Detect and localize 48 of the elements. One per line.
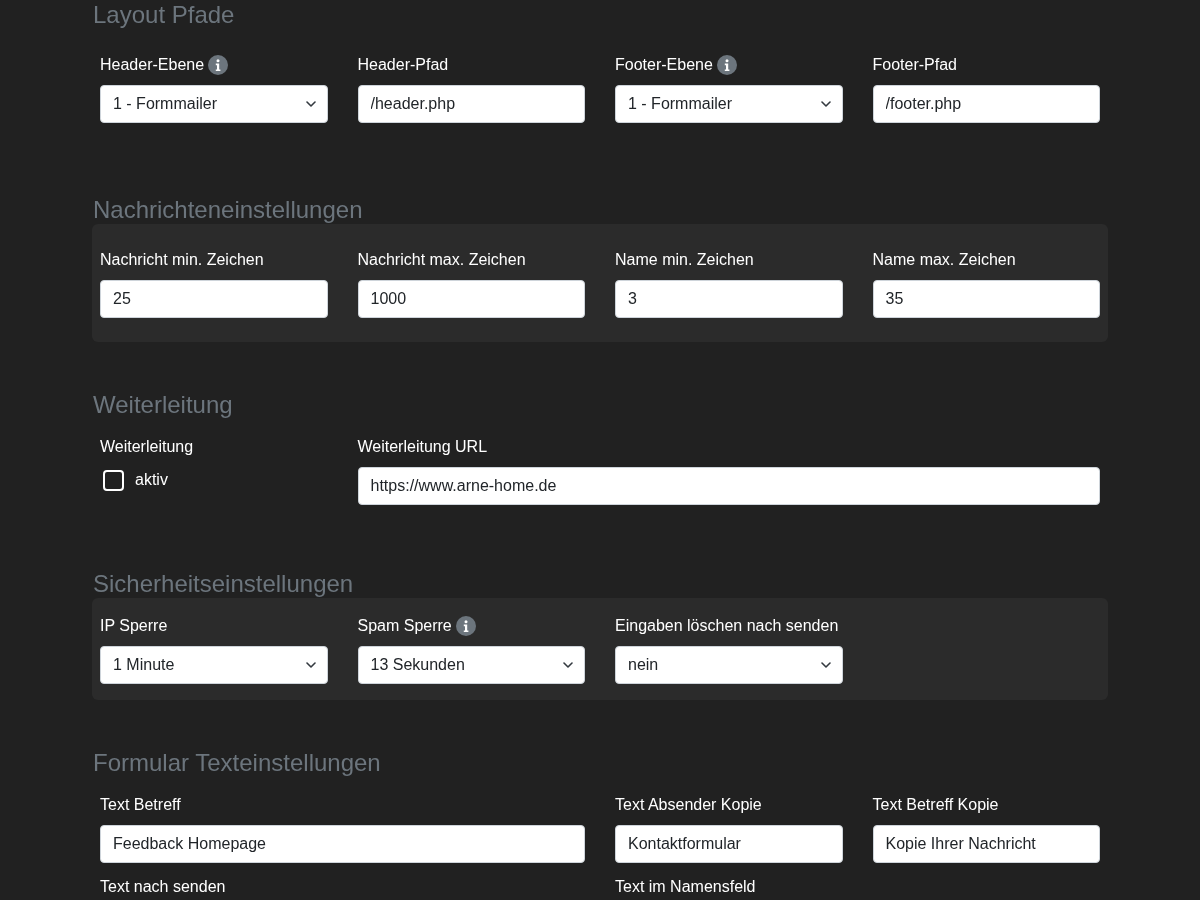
field-label: Header-Ebene <box>100 55 205 75</box>
field-label: Footer-Ebene <box>615 55 713 75</box>
section-title: Formular Texteinstellungen <box>92 748 382 777</box>
field-label: Text Betreff Kopie <box>872 795 999 815</box>
select-field[interactable]: 1 - Formmailer <box>100 85 328 123</box>
field-label: Text nach senden <box>100 877 226 897</box>
info-icon[interactable] <box>208 55 229 75</box>
input-field[interactable]: https://www.arne-home.de <box>357 467 1100 505</box>
section-title: Weiterleitung <box>92 390 234 419</box>
chevron-icon <box>820 662 831 668</box>
field-label: Weiterleitung <box>100 437 194 457</box>
section-title: Nachrichteneinstellungen <box>92 195 364 224</box>
select-field[interactable]: 1 - Formmailer <box>615 85 843 123</box>
field-label: Eingaben löschen nach senden <box>615 616 839 636</box>
input-field[interactable]: Feedback Homepage <box>100 825 585 863</box>
field-label: IP Sperre <box>100 616 168 636</box>
input-field[interactable]: Kopie Ihrer Nachricht <box>872 825 1100 863</box>
select-field[interactable]: 1 Minute <box>100 646 328 684</box>
field-label: Footer-Pfad <box>872 55 957 75</box>
field-label: Text im Namensfeld <box>615 877 756 897</box>
field-label: Name min. Zeichen <box>615 250 754 270</box>
info-icon[interactable] <box>716 55 737 75</box>
input-field[interactable]: 25 <box>100 280 328 318</box>
info-icon[interactable] <box>455 616 476 636</box>
section-title: Layout Pfade <box>92 0 236 29</box>
field-label: Text Absender Kopie <box>615 795 762 815</box>
section-title: Sicherheitseinstellungen <box>92 569 355 598</box>
chevron-icon <box>563 662 573 668</box>
checkbox[interactable] <box>103 469 124 491</box>
field-label: Header-Pfad <box>357 55 449 75</box>
field-label: Weiterleitung URL <box>357 437 488 457</box>
field-label: Nachricht max. Zeichen <box>357 250 526 270</box>
field-label: Text Betreff <box>100 795 181 815</box>
input-field[interactable]: Kontaktformular <box>615 825 843 863</box>
input-field[interactable]: 1000 <box>357 280 585 318</box>
field-label: Spam Sperre <box>357 616 452 636</box>
chevron-icon <box>305 101 316 107</box>
input-field[interactable]: 3 <box>615 280 843 318</box>
chevron-icon <box>820 101 831 107</box>
select-field[interactable]: nein <box>615 646 843 684</box>
checkbox-label[interactable]: aktiv <box>135 468 168 492</box>
select-field[interactable]: 13 Sekunden <box>357 646 585 684</box>
field-label: Name max. Zeichen <box>872 250 1016 270</box>
input-field[interactable]: 35 <box>872 280 1100 318</box>
input-field[interactable]: /header.php <box>357 85 585 123</box>
field-label: Nachricht min. Zeichen <box>100 250 264 270</box>
chevron-icon <box>305 662 316 668</box>
input-field[interactable]: /footer.php <box>872 85 1100 123</box>
